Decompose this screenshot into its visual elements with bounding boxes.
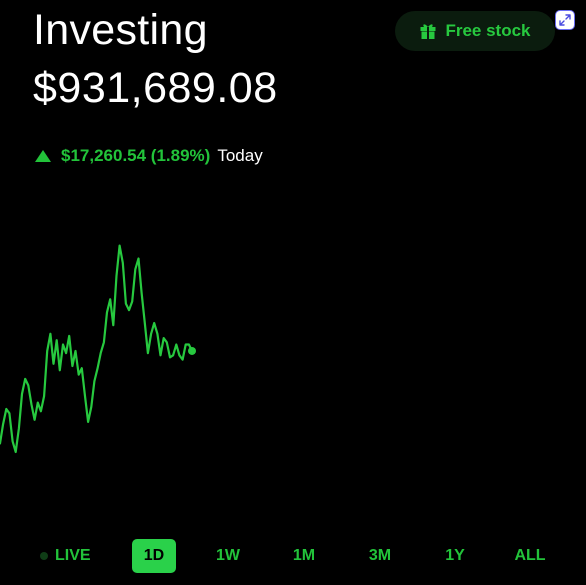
daily-change: $17,260.54 (1.89%) Today — [35, 144, 263, 168]
change-amount: $17,260.54 (1.89%) — [61, 146, 211, 165]
free-stock-button[interactable]: Free stock — [395, 11, 555, 51]
portfolio-line — [0, 244, 194, 454]
free-stock-label: Free stock — [445, 21, 531, 40]
change-period: Today — [217, 146, 263, 165]
live-dot-icon — [40, 552, 48, 560]
current-value-dot — [188, 346, 196, 355]
range-3m-button[interactable]: 3M — [360, 539, 400, 573]
range-live-button[interactable]: LIVE — [40, 539, 100, 573]
range-1m-button[interactable]: 1M — [284, 539, 324, 573]
up-arrow-icon — [35, 150, 51, 162]
range-all-button[interactable]: ALL — [508, 539, 552, 573]
range-live-label: LIVE — [55, 547, 91, 564]
expand-button[interactable] — [555, 10, 575, 30]
time-range-selector: LIVE 1D 1W 1M 3M 1Y ALL — [0, 539, 586, 573]
portfolio-balance: $931,689.08 — [33, 64, 278, 112]
gift-icon — [420, 24, 436, 39]
page-title: Investing — [33, 6, 208, 54]
range-1w-button[interactable]: 1W — [208, 539, 248, 573]
portfolio-chart[interactable] — [0, 240, 586, 510]
range-1d-button[interactable]: 1D — [132, 539, 176, 573]
expand-icon — [559, 14, 571, 26]
range-1y-button[interactable]: 1Y — [435, 539, 475, 573]
